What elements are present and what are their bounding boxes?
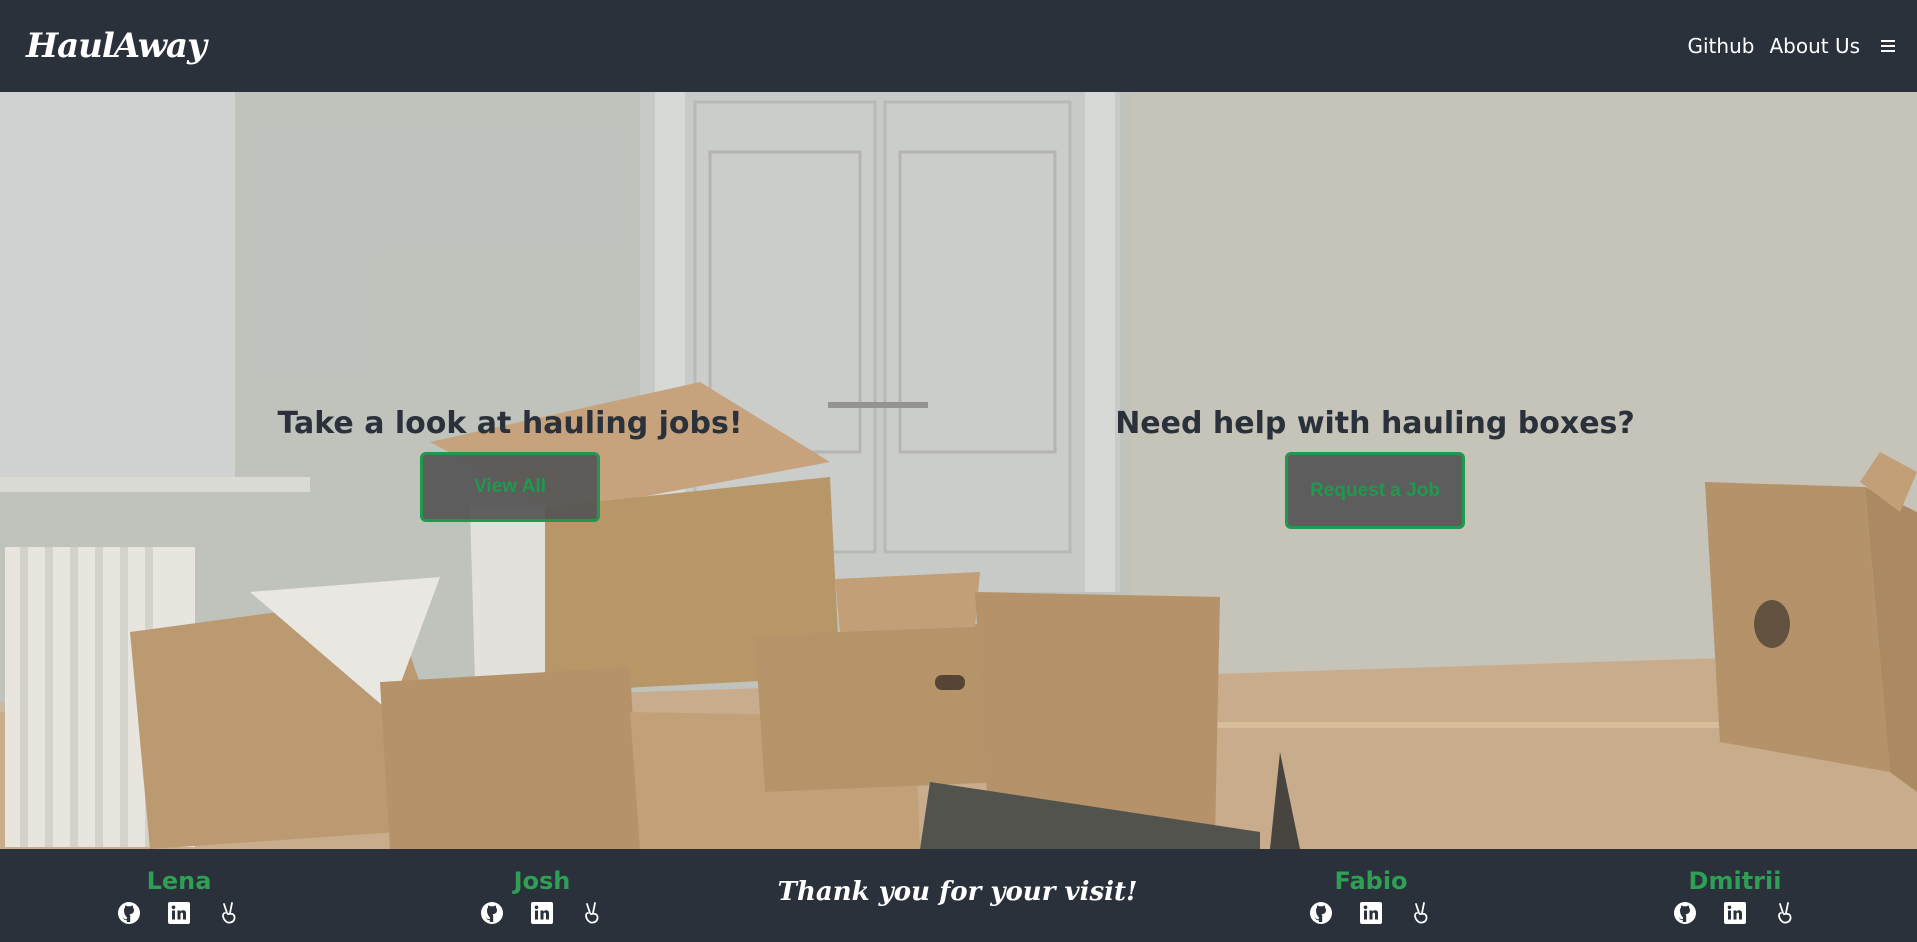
hauling-jobs-heading: Take a look at hauling jobs! bbox=[277, 406, 743, 441]
linkedin-icon[interactable] bbox=[1359, 901, 1383, 925]
site-logo[interactable]: HaulAway bbox=[26, 26, 207, 66]
team-member-name: Dmitrii bbox=[1688, 867, 1782, 895]
request-job-cta: Need help with hauling boxes? Request a … bbox=[1075, 406, 1675, 529]
member-social-icons bbox=[1673, 901, 1797, 925]
github-icon[interactable] bbox=[1309, 901, 1333, 925]
team-member-name: Fabio bbox=[1334, 867, 1408, 895]
peace-hand-icon[interactable] bbox=[580, 901, 604, 925]
team-member-lena: Lena bbox=[99, 867, 259, 925]
github-icon[interactable] bbox=[117, 901, 141, 925]
team-member-name: Lena bbox=[146, 867, 212, 895]
team-member-josh: Josh bbox=[462, 867, 622, 925]
top-navbar: HaulAway Github About Us bbox=[0, 0, 1917, 92]
team-member-fabio: Fabio bbox=[1291, 867, 1451, 925]
hamburger-menu-icon[interactable] bbox=[1881, 40, 1895, 52]
member-social-icons bbox=[1309, 901, 1433, 925]
nav-links: Github About Us bbox=[1688, 34, 1895, 58]
github-icon[interactable] bbox=[480, 901, 504, 925]
linkedin-icon[interactable] bbox=[167, 901, 191, 925]
hauling-jobs-cta: Take a look at hauling jobs! View All bbox=[210, 406, 810, 522]
team-member-name: Josh bbox=[513, 867, 571, 895]
github-link[interactable]: Github bbox=[1688, 34, 1755, 58]
request-a-job-button[interactable]: Request a Job bbox=[1285, 452, 1465, 529]
footer: Lena Josh Thank you for your visit! Fabi… bbox=[0, 849, 1917, 942]
hero-section: Take a look at hauling jobs! View All Ne… bbox=[0, 92, 1917, 849]
linkedin-icon[interactable] bbox=[1723, 901, 1747, 925]
request-job-heading: Need help with hauling boxes? bbox=[1115, 406, 1635, 441]
member-social-icons bbox=[117, 901, 241, 925]
linkedin-icon[interactable] bbox=[530, 901, 554, 925]
member-social-icons bbox=[480, 901, 604, 925]
github-icon[interactable] bbox=[1673, 901, 1697, 925]
peace-hand-icon[interactable] bbox=[1409, 901, 1433, 925]
about-us-link[interactable]: About Us bbox=[1769, 34, 1860, 58]
thank-you-message: Thank you for your visit! bbox=[777, 877, 1138, 907]
peace-hand-icon[interactable] bbox=[217, 901, 241, 925]
team-member-dmitrii: Dmitrii bbox=[1655, 867, 1815, 925]
view-all-button[interactable]: View All bbox=[420, 452, 600, 522]
peace-hand-icon[interactable] bbox=[1773, 901, 1797, 925]
